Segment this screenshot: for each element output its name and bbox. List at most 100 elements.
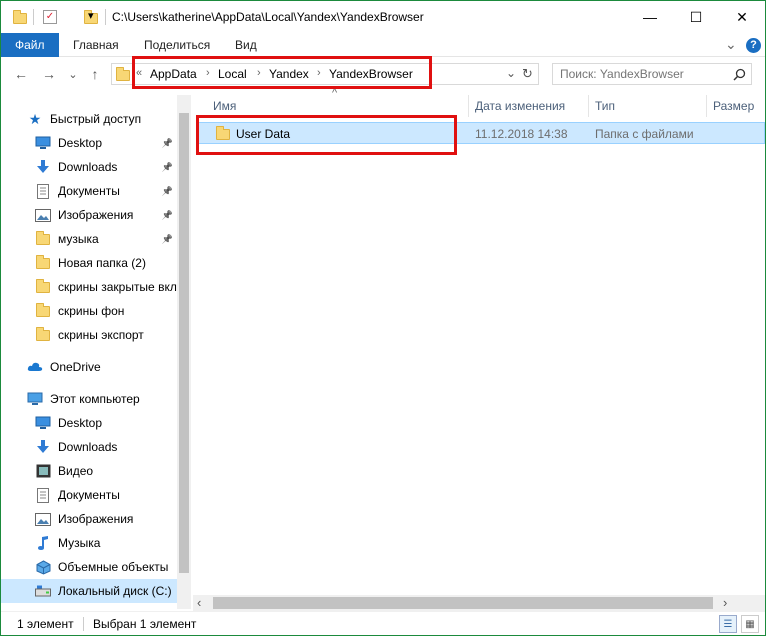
up-button[interactable]: ↑: [85, 64, 105, 84]
minimize-button[interactable]: —: [627, 1, 673, 33]
drive-icon: [35, 583, 51, 599]
sidebar-item-label: Новая папка (2): [58, 256, 146, 270]
item-count: 1 элемент: [17, 617, 74, 631]
sidebar-item-label: Документы: [58, 488, 120, 502]
properties-icon[interactable]: ✓: [43, 10, 57, 24]
sidebar-item-quick-5[interactable]: Новая папка (2): [1, 251, 177, 275]
maximize-button[interactable]: ☐: [673, 1, 719, 33]
sidebar-item-quick-7[interactable]: скрины фон: [1, 299, 177, 323]
scroll-left-icon[interactable]: ‹: [197, 595, 201, 610]
tab-share[interactable]: Поделиться: [132, 33, 222, 57]
sidebar-item-label: Локальный диск (C:): [58, 584, 172, 598]
quick-access-toolbar-dropdown-icon[interactable]: ▾: [88, 9, 94, 22]
pin-icon[interactable]: 📌: [162, 186, 173, 197]
sidebar-item-label: Downloads: [58, 440, 118, 454]
sidebar-scrollbar[interactable]: [177, 95, 191, 609]
folder-icon: [35, 254, 51, 271]
address-bar[interactable]: « AppData › Local › Yandex › YandexBrows…: [111, 63, 539, 85]
folder-icon: [35, 278, 51, 295]
sidebar-item-quick-4[interactable]: музыка 📌: [1, 227, 177, 251]
window-title: C:\Users\katherine\AppData\Local\Yandex\…: [112, 10, 424, 24]
pin-icon[interactable]: 📌: [162, 162, 173, 173]
address-dropdown-icon[interactable]: ⌄: [506, 66, 516, 80]
sidebar-item-pc-7[interactable]: Локальный диск (C:): [1, 579, 177, 603]
sidebar-item-pc-5[interactable]: Музыка: [1, 531, 177, 555]
sidebar-item-pc-6[interactable]: Объемные объекты: [1, 555, 177, 579]
file-list: Имя ^ Дата изменения Тип Размер: [193, 87, 765, 595]
sidebar-item-label: скрины экспорт: [58, 328, 144, 342]
sidebar-item-quick-8[interactable]: скрины экспорт: [1, 323, 177, 347]
breadcrumb-overflow-icon[interactable]: «: [136, 67, 142, 79]
breadcrumb-separator-icon[interactable]: ›: [317, 67, 321, 79]
scrollbar-thumb[interactable]: [213, 597, 713, 609]
help-icon[interactable]: ?: [746, 38, 761, 53]
breadcrumb-appdata[interactable]: AppData: [150, 67, 197, 81]
sidebar-item-pc-4[interactable]: Изображения: [1, 507, 177, 531]
pin-icon[interactable]: 📌: [162, 138, 173, 149]
file-type: Папка с файлами: [595, 127, 694, 141]
folder-icon: [13, 10, 27, 24]
breadcrumb-yandexbrowser[interactable]: YandexBrowser: [329, 67, 413, 81]
sidebar-item-quick-3[interactable]: Изображения 📌: [1, 203, 177, 227]
column-header-date[interactable]: Дата изменения: [469, 95, 589, 117]
column-header-size[interactable]: Размер: [707, 95, 765, 117]
sidebar-item-pc-0[interactable]: Desktop: [1, 411, 177, 435]
search-box[interactable]: [552, 63, 752, 85]
breadcrumb-local[interactable]: Local: [218, 67, 247, 81]
close-button[interactable]: ✕: [719, 1, 765, 33]
horizontal-scrollbar[interactable]: ‹ ›: [193, 595, 765, 611]
tab-view[interactable]: Вид: [223, 33, 269, 57]
divider: [33, 9, 34, 25]
details-view-icon[interactable]: ☰: [719, 615, 737, 633]
breadcrumb-yandex[interactable]: Yandex: [269, 67, 309, 81]
back-button[interactable]: ←: [11, 64, 31, 84]
breadcrumb-separator-icon[interactable]: ›: [206, 67, 210, 79]
forward-button[interactable]: →: [39, 64, 59, 84]
sidebar-item-quick-2[interactable]: Документы 📌: [1, 179, 177, 203]
recent-locations-button[interactable]: ⌄: [63, 64, 83, 84]
column-header-name[interactable]: Имя: [207, 95, 469, 117]
pin-icon[interactable]: 📌: [162, 210, 173, 221]
sidebar-item-this-pc[interactable]: Этот компьютер: [1, 387, 177, 411]
folder-icon: [216, 126, 230, 140]
desktop-icon: [35, 415, 51, 431]
search-input[interactable]: [553, 64, 723, 84]
divider: [83, 617, 84, 631]
scroll-right-icon[interactable]: ›: [723, 595, 727, 610]
tab-file[interactable]: Файл: [1, 33, 59, 57]
explorer-window: ✓ ▾ C:\Users\katherine\AppData\Local\Yan…: [0, 0, 766, 636]
sort-arrow-icon: ^: [332, 87, 338, 99]
sidebar-item-onedrive[interactable]: OneDrive: [1, 355, 177, 379]
pictures-icon: [35, 207, 51, 223]
column-header-type[interactable]: Тип: [589, 95, 707, 117]
sidebar-item-label: Desktop: [58, 136, 103, 150]
sidebar-item-pc-3[interactable]: Документы: [1, 483, 177, 507]
sidebar-item-pc-1[interactable]: Downloads: [1, 435, 177, 459]
sidebar-item-quick-6[interactable]: скрины закрытые вкл: [1, 275, 177, 299]
navigation-pane: ★ Быстрый доступ Desktop 📌 Downloads 📌 Докум…: [1, 95, 191, 609]
sidebar-item-quick-access[interactable]: ★ Быстрый доступ: [1, 107, 177, 131]
ribbon-expand-icon[interactable]: ⌄: [725, 36, 737, 53]
search-icon[interactable]: [733, 68, 746, 81]
folder-icon: [35, 326, 51, 343]
divider: [105, 9, 106, 25]
sidebar-item-label: OneDrive: [50, 360, 101, 374]
sidebar-item-label: Видео: [58, 464, 94, 478]
sidebar-item-label: скрины закрытые вкл: [58, 280, 177, 294]
pin-icon[interactable]: 📌: [162, 234, 173, 245]
file-name: User Data: [236, 127, 291, 141]
sidebar-item-label: Изображения: [58, 512, 134, 526]
folder-icon: [116, 67, 130, 81]
refresh-icon[interactable]: ↻: [522, 66, 533, 82]
music-icon: [35, 535, 51, 551]
download-icon: [35, 439, 51, 455]
scrollbar-thumb[interactable]: [179, 113, 189, 573]
tiles-view-icon[interactable]: ▦: [741, 615, 759, 633]
sidebar-item-quick-1[interactable]: Downloads 📌: [1, 155, 177, 179]
tab-home[interactable]: Главная: [61, 33, 131, 57]
breadcrumb-separator-icon[interactable]: ›: [257, 67, 261, 79]
sidebar-item-pc-2[interactable]: Видео: [1, 459, 177, 483]
ribbon: Файл Главная Поделиться Вид ⌄ ?: [1, 33, 765, 57]
sidebar-item-quick-0[interactable]: Desktop 📌: [1, 131, 177, 155]
table-row[interactable]: User Data 11.12.2018 14:38 Папка с файла…: [197, 122, 765, 144]
